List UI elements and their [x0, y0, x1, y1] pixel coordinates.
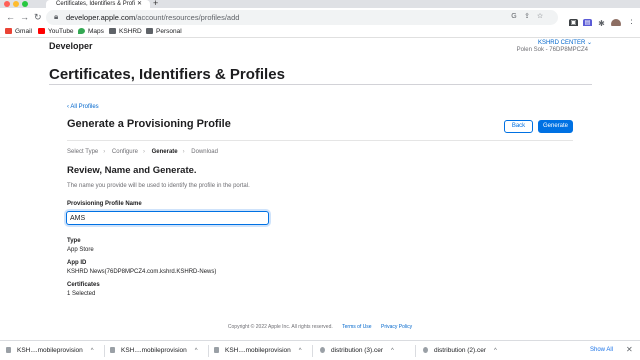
title-divider — [49, 84, 592, 85]
bookmark-youtube[interactable]: YouTube — [38, 27, 74, 37]
chevron-right-icon: › — [182, 149, 185, 155]
maps-icon — [78, 28, 85, 34]
download-filename: KSH....mobileprovision — [225, 347, 291, 354]
certificate-icon — [320, 347, 325, 353]
downloads-bar: KSH....mobileprovision ^ KSH....mobilepro… — [0, 340, 640, 360]
reload-icon[interactable]: ↻ — [34, 11, 42, 23]
divider — [208, 345, 209, 357]
back-button[interactable]: Back — [504, 120, 533, 133]
download-filename: distribution (3).cer — [331, 347, 384, 354]
bookmark-kshrd[interactable]: KSHRD — [109, 27, 142, 37]
file-icon — [6, 347, 11, 353]
certificates-label: Certificates — [67, 282, 100, 288]
gmail-icon — [5, 28, 12, 34]
bookmark-star-icon[interactable]: ☆ — [536, 13, 544, 21]
download-item[interactable]: distribution (3).cer ^ — [320, 344, 394, 358]
download-filename: KSH....mobileprovision — [17, 347, 83, 354]
all-profiles-link[interactable]: ‹ All Profiles — [67, 104, 99, 110]
chevron-up-icon[interactable]: ^ — [494, 348, 497, 354]
maximize-window-button[interactable] — [22, 1, 28, 7]
file-icon — [214, 347, 219, 353]
file-icon — [110, 347, 115, 353]
divider — [104, 345, 105, 357]
bookmark-label: Maps — [88, 28, 104, 35]
bookmark-maps[interactable]: Maps — [78, 27, 104, 37]
close-window-button[interactable] — [4, 1, 10, 7]
chevron-up-icon[interactable]: ^ — [299, 348, 302, 354]
review-description: The name you provide will be used to ide… — [67, 183, 250, 189]
minimize-window-button[interactable] — [13, 1, 19, 7]
page-content: Developer KSHRD CENTER ⌄ Polen Sok - 76D… — [0, 38, 640, 340]
certificates-value: 1 Selected — [67, 291, 96, 297]
download-item[interactable]: KSH....mobileprovision ^ — [214, 344, 302, 358]
team-id: Polen Sok - 76DP8MPCZ4 — [516, 47, 588, 53]
profile-name-label: Provisioning Profile Name — [67, 201, 142, 207]
step-select-type: Select Type — [67, 149, 99, 155]
chevron-up-icon[interactable]: ^ — [195, 348, 198, 354]
chevron-up-icon[interactable]: ^ — [391, 348, 394, 354]
app-id-value: KSHRD News(76DP8MPCZ4.com.kshrd.KSHRD-Ne… — [67, 269, 217, 275]
step-download: Download — [191, 149, 218, 155]
bookmark-personal[interactable]: Personal — [146, 27, 182, 37]
chevron-right-icon: › — [142, 149, 145, 155]
download-filename: KSH....mobileprovision — [121, 347, 187, 354]
close-tab-icon[interactable]: ✕ — [137, 0, 142, 8]
url-text: developer.apple.com/account/resources/pr… — [66, 12, 239, 23]
browser-tab[interactable]: Certificates, Identifiers & Profi — [46, 0, 150, 8]
tab-title: Certificates, Identifiers & Profi — [56, 1, 136, 7]
divider — [312, 345, 313, 357]
divider — [415, 345, 416, 357]
browser-toolbar: ← → ↻ 🔒︎ developer.apple.com/account/res… — [0, 8, 640, 29]
apple-developer-logo[interactable]: Developer — [49, 41, 93, 51]
show-all-button[interactable]: Show All — [590, 347, 613, 353]
youtube-icon — [38, 28, 45, 34]
download-item[interactable]: KSH....mobileprovision ^ — [6, 344, 94, 358]
download-item[interactable]: distribution (2).cer ^ — [423, 344, 497, 358]
privacy-link[interactable]: Privacy Policy — [381, 324, 412, 330]
close-icon[interactable]: ✕ — [626, 345, 633, 354]
bookmark-label: Personal — [156, 28, 182, 35]
page-title: Certificates, Identifiers & Profiles — [49, 66, 285, 83]
folder-icon — [146, 28, 153, 34]
review-heading: Review, Name and Generate. — [67, 165, 197, 176]
certificate-icon — [423, 347, 428, 353]
url-path: /account/resources/profiles/add — [135, 13, 240, 22]
bookmarks-bar: Gmail YouTube Maps KSHRD Personal — [0, 26, 640, 38]
section-heading: Generate a Provisioning Profile — [67, 118, 231, 130]
share-icon[interactable]: ⇪ — [523, 13, 531, 21]
step-configure: Configure — [111, 149, 138, 155]
app-id-label: App ID — [67, 260, 87, 266]
team-selector[interactable]: KSHRD CENTER ⌄ — [538, 39, 592, 46]
folder-icon — [109, 28, 116, 34]
step-indicator: Select Type › Configure › Generate › Downlo… — [67, 149, 223, 155]
bookmark-label: Gmail — [15, 28, 32, 35]
type-label: Type — [67, 238, 81, 244]
new-tab-icon[interactable]: + — [153, 0, 158, 8]
brand-label: Developer — [49, 41, 93, 51]
url-host: developer.apple.com — [66, 13, 136, 22]
bookmark-label: YouTube — [48, 28, 74, 35]
copyright-text: Copyright © 2022 Apple Inc. All rights r… — [227, 324, 333, 330]
bookmark-gmail[interactable]: Gmail — [5, 27, 32, 37]
profile-name-input[interactable] — [66, 211, 269, 225]
chevron-right-icon: › — [103, 149, 106, 155]
back-arrow-icon[interactable]: ← — [6, 11, 15, 23]
generate-button[interactable]: Generate — [538, 120, 573, 133]
chevron-up-icon[interactable]: ^ — [91, 348, 94, 354]
heading-divider — [67, 140, 573, 141]
terms-link[interactable]: Terms of Use — [342, 324, 371, 330]
bookmark-label: KSHRD — [119, 28, 142, 35]
step-generate: Generate — [151, 149, 178, 155]
forward-arrow-icon[interactable]: → — [20, 11, 29, 23]
page-footer: Copyright © 2022 Apple Inc. All rights r… — [0, 324, 640, 330]
type-value: App Store — [67, 247, 94, 253]
lock-icon: 🔒︎ — [54, 12, 59, 21]
address-bar[interactable]: 🔒︎ developer.apple.com/account/resources… — [46, 10, 558, 25]
browser-tab-strip: Certificates, Identifiers & Profi ✕ + — [0, 0, 640, 8]
google-icon[interactable]: G — [510, 13, 518, 21]
download-item[interactable]: KSH....mobileprovision ^ — [110, 344, 198, 358]
download-filename: distribution (2).cer — [434, 347, 487, 354]
